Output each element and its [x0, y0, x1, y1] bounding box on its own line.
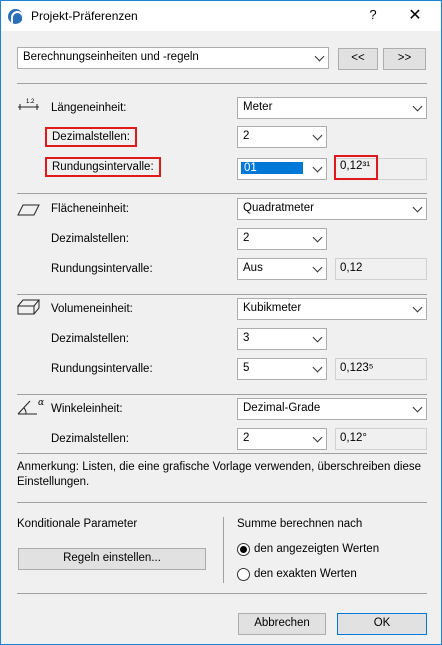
area-rounding-value: Aus	[243, 262, 263, 274]
area-unit-select[interactable]: Quadratmeter	[237, 198, 427, 220]
chevron-down-icon	[412, 101, 423, 112]
sum-calculation-label: Summe berechnen nach	[237, 518, 363, 530]
chevron-down-icon	[312, 232, 323, 243]
help-button[interactable]: ?	[361, 7, 385, 27]
radio-exact-values[interactable]	[237, 568, 250, 581]
chevron-down-icon	[314, 51, 325, 62]
prev-page-button[interactable]: <<	[338, 48, 378, 70]
volume-rounding-select[interactable]: 5	[237, 358, 327, 380]
next-page-button[interactable]: >>	[383, 48, 426, 70]
conditional-params-label: Konditionale Parameter	[17, 518, 138, 530]
volume-rounding-value: 5	[243, 362, 250, 374]
divider	[17, 394, 427, 395]
length-unit-select[interactable]: Meter	[237, 97, 427, 119]
svg-text:1.2: 1.2	[26, 99, 35, 105]
radio-displayed-values-label[interactable]: den angezeigten Werten	[254, 543, 379, 555]
archicad-app-icon	[8, 9, 23, 24]
length-rounding-label: Rundungsintervalle:	[45, 157, 161, 177]
length-preview-value: 0,12³¹	[334, 155, 378, 180]
length-decimals-label: Dezimalstellen:	[45, 127, 137, 147]
area-unit-value: Quadratmeter	[243, 202, 314, 214]
volume-unit-select[interactable]: Kubikmeter	[237, 298, 427, 320]
divider	[17, 502, 427, 503]
angle-decimals-value: 2	[243, 432, 250, 444]
chevron-down-icon	[412, 402, 423, 413]
chevron-down-icon	[312, 262, 323, 273]
angle-decimals-label: Dezimalstellen:	[51, 433, 129, 445]
chevron-down-icon	[312, 362, 323, 373]
volume-icon	[17, 299, 41, 315]
area-decimals-value: 2	[243, 232, 250, 244]
volume-decimals-label: Dezimalstellen:	[51, 333, 129, 345]
window-title: Projekt-Präferenzen	[31, 9, 138, 23]
angle-icon: α	[17, 398, 44, 415]
chevron-down-icon	[312, 162, 323, 173]
radio-exact-values-label[interactable]: den exakten Werten	[254, 568, 357, 580]
title-bar: Projekt-Präferenzen ? ✕	[1, 1, 441, 31]
angle-unit-value: Dezimal-Grade	[243, 402, 321, 414]
divider	[17, 453, 427, 454]
length-preview: 0,12³¹	[334, 155, 427, 180]
length-unit-label: Längeneinheit:	[51, 102, 127, 114]
volume-unit-label: Volumeneinheit:	[51, 303, 133, 315]
preference-page-select[interactable]: Berechnungseinheiten und -regeln	[17, 47, 329, 69]
length-decimals-value: 2	[243, 130, 250, 142]
ok-button[interactable]: OK	[337, 613, 427, 635]
set-rules-button[interactable]: Regeln einstellen...	[18, 548, 206, 570]
angle-decimals-select[interactable]: 2	[237, 428, 327, 450]
volume-rounding-label: Rundungsintervalle:	[51, 363, 153, 375]
angle-unit-label: Winkeleinheit:	[51, 403, 123, 415]
svg-text:α: α	[38, 398, 44, 408]
area-decimals-label: Dezimalstellen:	[51, 233, 129, 245]
divider	[17, 294, 427, 295]
dialog-body: Berechnungseinheiten und -regeln << >> 1…	[1, 31, 441, 644]
length-icon: 1.2	[18, 99, 39, 110]
area-rounding-label: Rundungsintervalle:	[51, 263, 153, 275]
length-decimals-select[interactable]: 2	[237, 126, 327, 148]
angle-preview: 0,12°	[335, 428, 427, 450]
chevron-down-icon	[312, 432, 323, 443]
area-decimals-select[interactable]: 2	[237, 228, 327, 250]
area-rounding-select[interactable]: Aus	[237, 258, 327, 280]
length-unit-value: Meter	[243, 101, 273, 113]
area-unit-label: Flächeneinheit:	[51, 203, 129, 215]
divider	[223, 517, 224, 583]
chevron-down-icon	[312, 332, 323, 343]
cancel-button[interactable]: Abbrechen	[238, 613, 326, 635]
volume-decimals-select[interactable]: 3	[237, 328, 327, 350]
volume-decimals-value: 3	[243, 332, 250, 344]
length-rounding-select[interactable]: 01	[237, 158, 327, 180]
note-text: Anmerkung: Listen, die eine grafische Vo…	[17, 461, 422, 488]
divider	[17, 193, 427, 194]
area-icon	[17, 204, 40, 216]
volume-preview: 0,123⁵	[335, 358, 427, 380]
preference-page-value: Berechnungseinheiten und -regeln	[23, 51, 199, 63]
close-icon[interactable]: ✕	[401, 5, 429, 27]
chevron-down-icon	[412, 202, 423, 213]
angle-unit-select[interactable]: Dezimal-Grade	[237, 398, 427, 420]
chevron-down-icon	[412, 302, 423, 313]
divider	[17, 83, 427, 84]
length-rounding-value: 01	[241, 162, 303, 174]
radio-displayed-values[interactable]	[237, 543, 250, 556]
preferences-dialog: Projekt-Präferenzen ? ✕ Berechnungseinhe…	[0, 0, 442, 645]
volume-unit-value: Kubikmeter	[243, 302, 302, 314]
divider	[17, 593, 427, 594]
area-preview: 0,12	[335, 258, 427, 280]
chevron-down-icon	[312, 130, 323, 141]
